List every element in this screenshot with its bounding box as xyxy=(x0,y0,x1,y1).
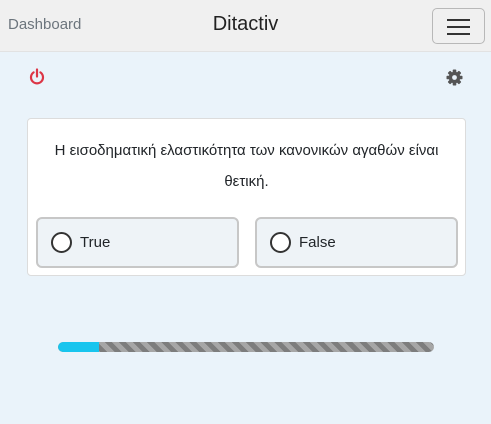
progress-fill xyxy=(58,342,100,352)
progress-bar xyxy=(58,342,434,352)
menu-toggle-button[interactable] xyxy=(432,8,485,44)
hamburger-icon xyxy=(447,19,470,21)
option-false[interactable]: False xyxy=(255,217,458,268)
option-label: True xyxy=(80,234,111,251)
question-card: Η εισοδηματική ελαστικότητα των κανονικώ… xyxy=(27,118,466,276)
hamburger-icon xyxy=(447,33,470,35)
option-true[interactable]: True xyxy=(36,217,239,268)
app-brand: Ditactiv xyxy=(212,13,279,35)
gear-icon[interactable] xyxy=(446,69,463,86)
radio-button-icon[interactable] xyxy=(51,232,72,253)
power-icon[interactable] xyxy=(29,68,45,86)
hamburger-icon xyxy=(447,26,470,28)
navbar: Dashboard Ditactiv xyxy=(0,0,491,52)
question-text: Η εισοδηματική ελαστικότητα των κανονικώ… xyxy=(54,142,439,190)
radio-button-icon[interactable] xyxy=(270,232,291,253)
option-label: False xyxy=(299,234,336,251)
